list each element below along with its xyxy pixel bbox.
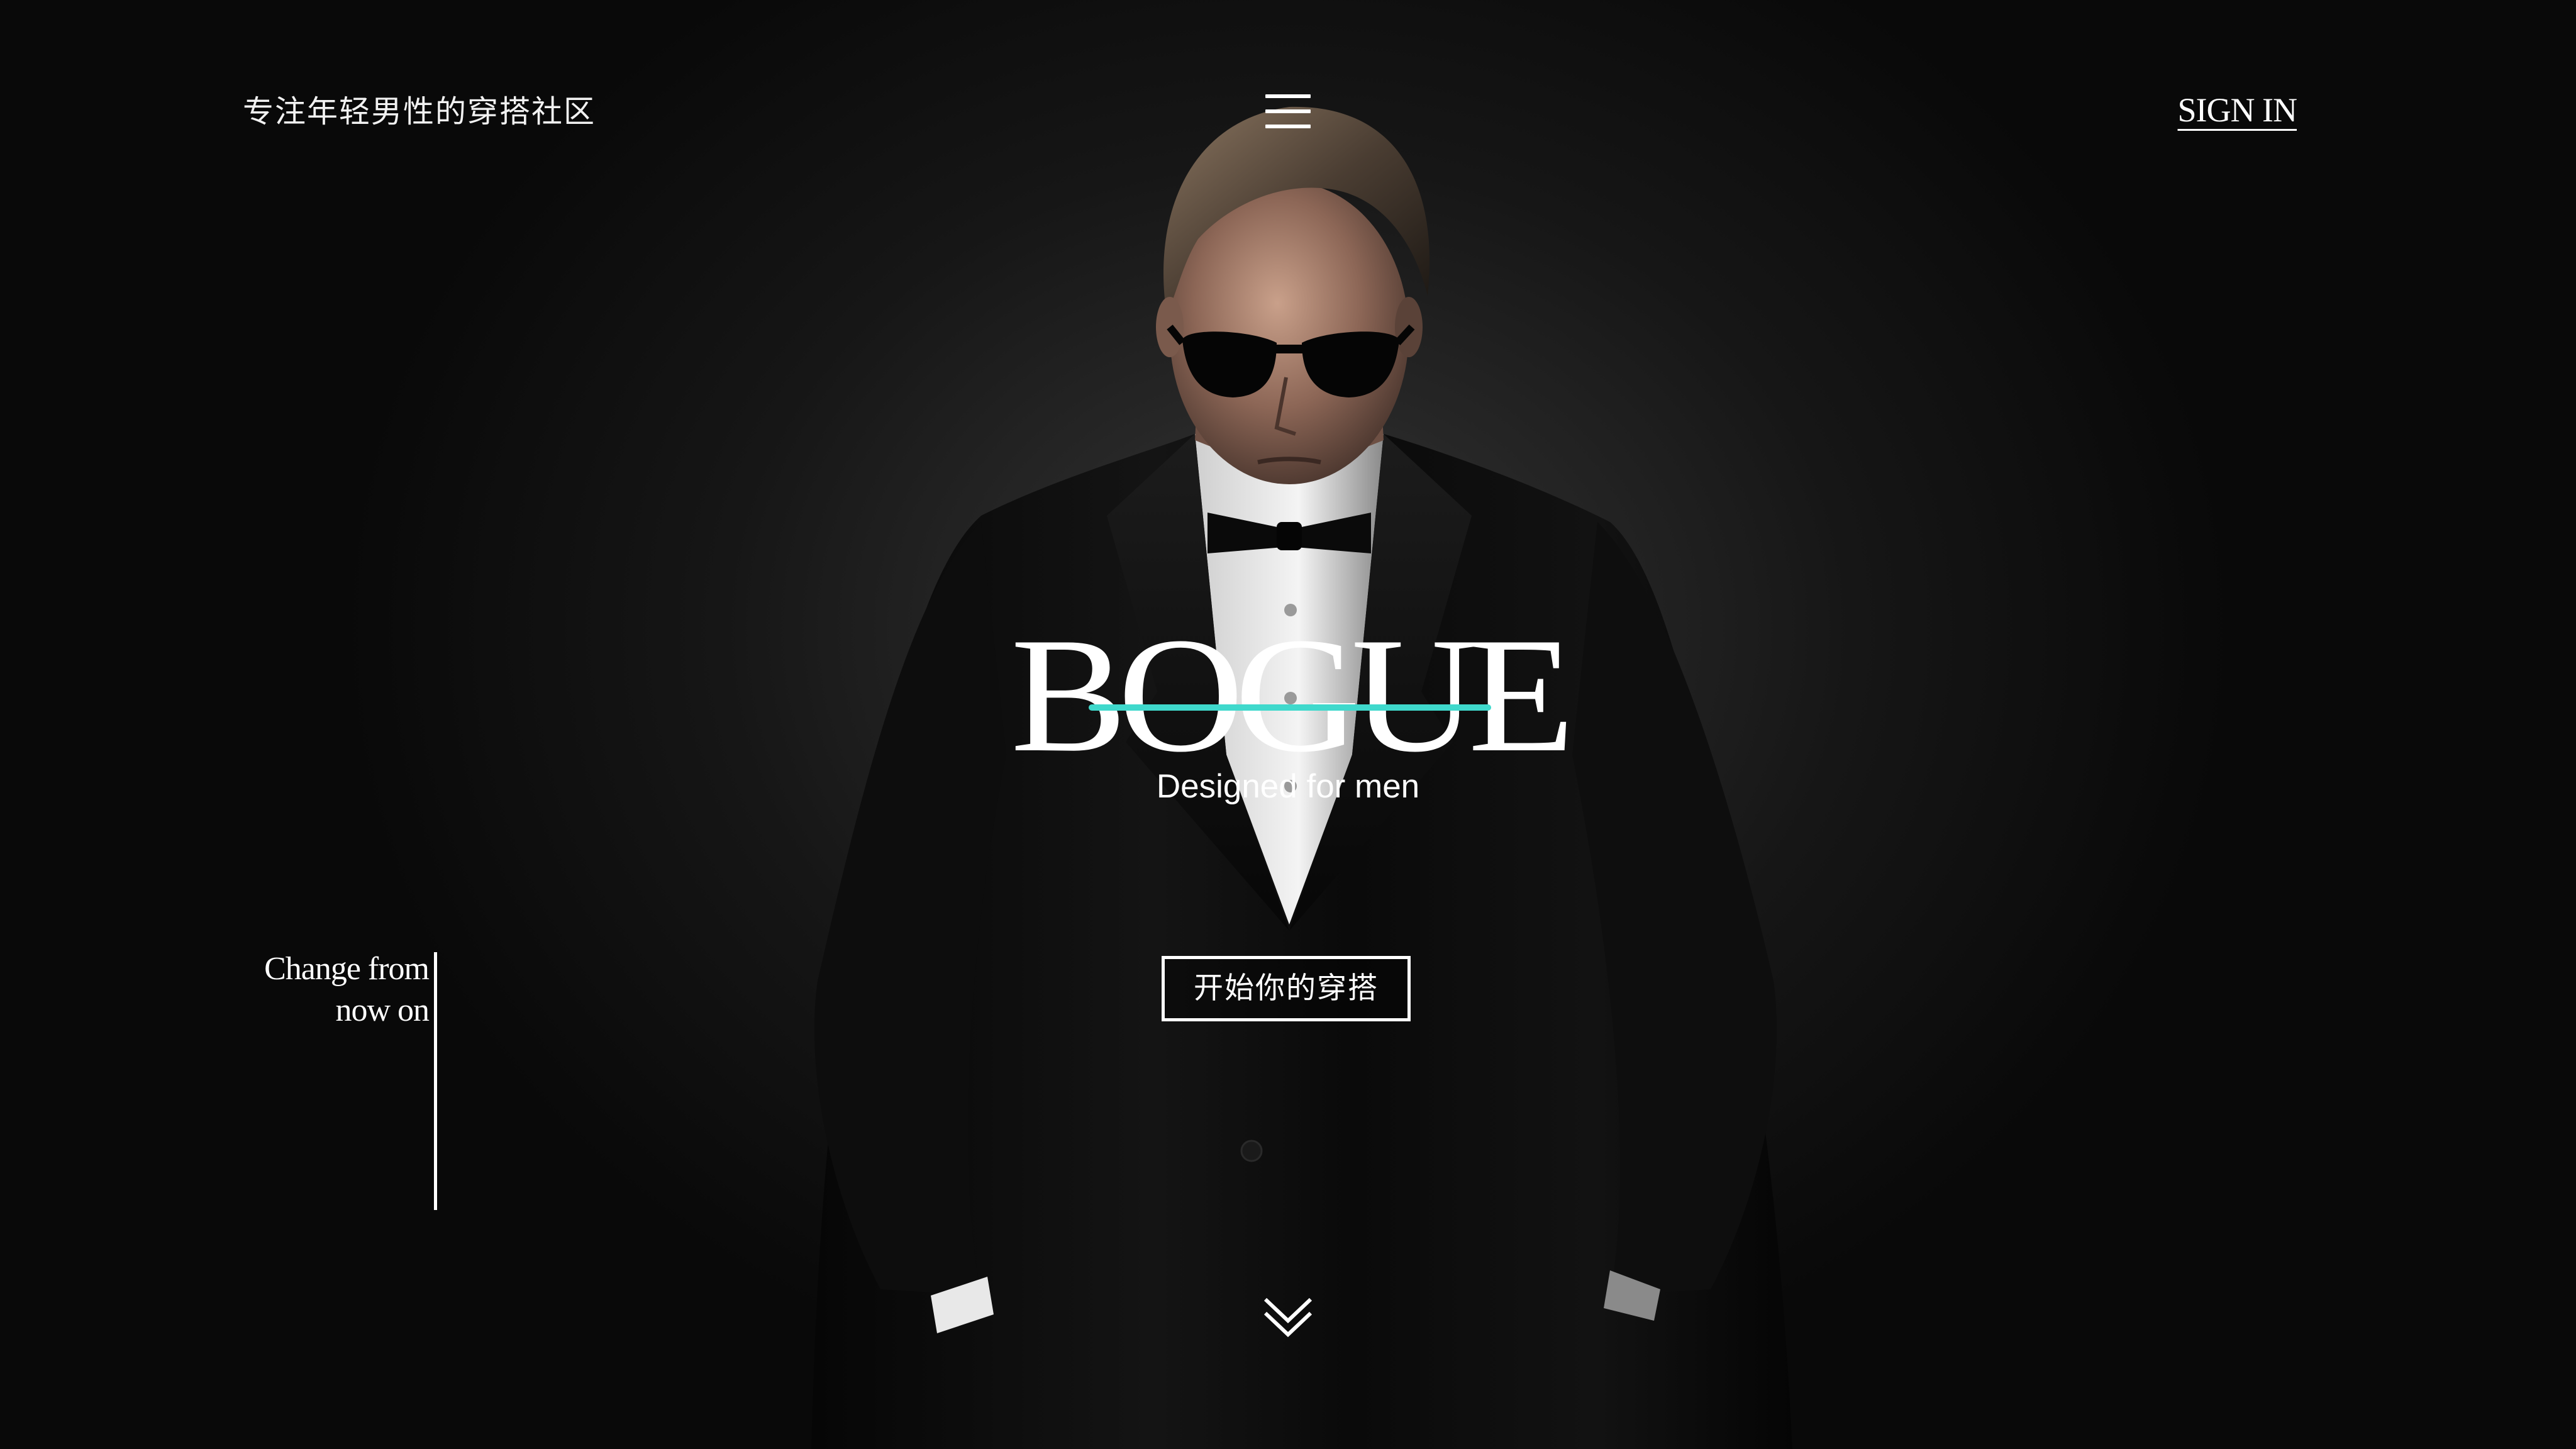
side-slogan-divider [434, 952, 437, 1210]
side-slogan: Change from now on [264, 948, 430, 1031]
brand-accent-line [1089, 704, 1491, 711]
hamburger-menu-icon[interactable] [1265, 94, 1311, 130]
brand-name: BOGUE [1010, 604, 1575, 786]
double-chevron-down-icon[interactable] [1262, 1296, 1314, 1340]
site-tagline: 专注年轻男性的穿搭社区 [243, 94, 596, 130]
landing-page: 专注年轻男性的穿搭社区 SIGN IN BOGUE Designed for m… [0, 0, 2576, 1449]
side-slogan-line-1: Change from [264, 951, 430, 987]
start-styling-button[interactable]: 开始你的穿搭 [1162, 956, 1411, 1021]
brand-subtitle: Designed for men [1156, 768, 1420, 805]
side-slogan-line-2: now on [335, 992, 430, 1028]
brand-logo: BOGUE [974, 610, 1602, 780]
sign-in-link[interactable]: SIGN IN [2178, 88, 2297, 132]
